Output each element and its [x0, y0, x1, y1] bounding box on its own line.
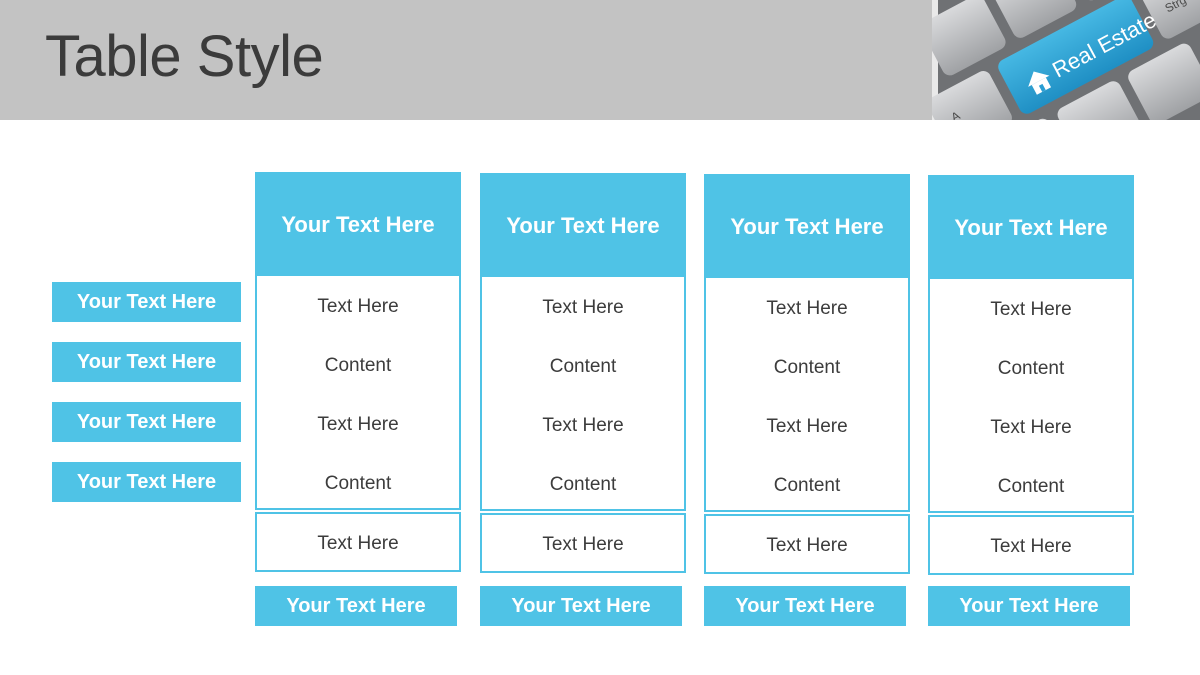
row-label-1: Your Text Here — [52, 282, 241, 322]
column-header: Your Text Here — [928, 175, 1134, 281]
table-cell: Text Here — [766, 298, 848, 319]
table-cell: Content — [773, 357, 841, 378]
table-cell: Text Here — [542, 297, 624, 318]
table-cell: Content — [549, 356, 617, 377]
column-header: Your Text Here — [480, 173, 686, 279]
column-header: Your Text Here — [255, 172, 461, 278]
table-cell: Text Here — [766, 535, 848, 556]
table-cell: Text Here — [317, 296, 399, 317]
table-cell: Text Here — [317, 414, 399, 435]
column-last-cell: Text Here — [480, 513, 686, 573]
table-cell: Text Here — [542, 415, 624, 436]
column-last-cell: Text Here — [255, 512, 461, 572]
column-body: Text Here Content Text Here Content — [704, 278, 910, 512]
column-header: Your Text Here — [704, 174, 910, 280]
page-title: Table Style — [45, 24, 324, 89]
column-footer: Your Text Here — [255, 586, 457, 626]
table-cell: Content — [773, 475, 841, 496]
column-body: Text Here Content Text Here Content — [255, 276, 461, 510]
column-footer: Your Text Here — [704, 586, 906, 626]
row-label-3: Your Text Here — [52, 402, 241, 442]
table-cell: Content — [997, 358, 1065, 379]
table-cell: Text Here — [990, 417, 1072, 438]
table-cell: Text Here — [766, 416, 848, 437]
column-footer: Your Text Here — [480, 586, 682, 626]
row-label-2: Your Text Here — [52, 342, 241, 382]
table-cell: Text Here — [317, 533, 399, 554]
table-cell: Text Here — [990, 299, 1072, 320]
table-cell: Content — [324, 473, 392, 494]
column-last-cell: Text Here — [704, 514, 910, 574]
table-cell: Content — [549, 474, 617, 495]
column-last-cell: Text Here — [928, 515, 1134, 575]
keyboard-photo: Real Estate Strg A — [932, 0, 1200, 120]
column-footer: Your Text Here — [928, 586, 1130, 626]
table-cell: Text Here — [990, 536, 1072, 557]
column-body: Text Here Content Text Here Content — [480, 277, 686, 511]
table-cell: Content — [997, 476, 1065, 497]
column-body: Text Here Content Text Here Content — [928, 279, 1134, 513]
row-label-4: Your Text Here — [52, 462, 241, 502]
table-cell: Text Here — [542, 534, 624, 555]
header-band: Table Style Real Estate Strg A — [0, 0, 1200, 120]
table-cell: Content — [324, 355, 392, 376]
